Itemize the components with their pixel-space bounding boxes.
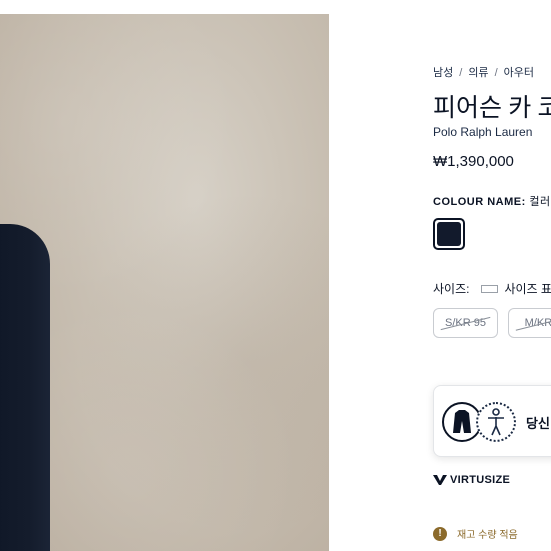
ruler-icon: [481, 284, 499, 293]
breadcrumb-separator: /: [494, 67, 498, 79]
colour-value: 컬러: [529, 196, 551, 208]
size-chart-link[interactable]: 사이즈 표: [504, 280, 551, 297]
colour-row: COLOUR NAME: 컬러: [433, 193, 551, 209]
virtusize-logo: VIRTUSIZE: [433, 474, 510, 486]
coat-figure: [0, 224, 50, 551]
product-title: 피어슨 카 코: [433, 95, 551, 122]
breadcrumb-item[interactable]: 의류: [468, 67, 488, 79]
brand-name[interactable]: Polo Ralph Lauren: [433, 125, 532, 139]
product-price: ₩1,390,000: [433, 153, 514, 170]
product-photo[interactable]: [0, 14, 329, 551]
breadcrumb-item[interactable]: 아우터: [504, 67, 534, 79]
stock-notice: ! 재고 수량 적음: [433, 526, 518, 541]
size-option-s[interactable]: S/KR 95: [433, 308, 498, 338]
size-option-m[interactable]: M/KR 1: [508, 308, 551, 338]
breadcrumb-separator: /: [459, 67, 463, 79]
virtusize-prompt: 당신: [526, 416, 550, 431]
alert-icon: !: [433, 526, 447, 541]
breadcrumb-item[interactable]: 남성: [433, 67, 453, 79]
colour-swatch[interactable]: [433, 218, 465, 250]
virtusize-v-icon: [433, 475, 447, 485]
product-info-panel: 남성 / 의류 / 아우터 피어슨 카 코 Polo Ralph Lauren ₩1,3…: [433, 0, 551, 551]
breadcrumb: 남성 / 의류 / 아우터: [433, 64, 534, 80]
virtusize-logo-text: VIRTUSIZE: [450, 474, 511, 486]
colour-label: COLOUR NAME:: [433, 196, 526, 208]
size-option-label: M/KR 1: [524, 317, 551, 329]
swatch-fill: [437, 222, 461, 246]
size-row: 사이즈: 사이즈 표: [433, 280, 551, 297]
virtusize-widget[interactable]: 당신: [433, 385, 551, 457]
size-label: 사이즈:: [433, 282, 470, 296]
size-option-label: S/KR 95: [445, 317, 486, 329]
stock-message: 재고 수량 적음: [457, 530, 518, 541]
body-measure-icon: [476, 402, 516, 442]
